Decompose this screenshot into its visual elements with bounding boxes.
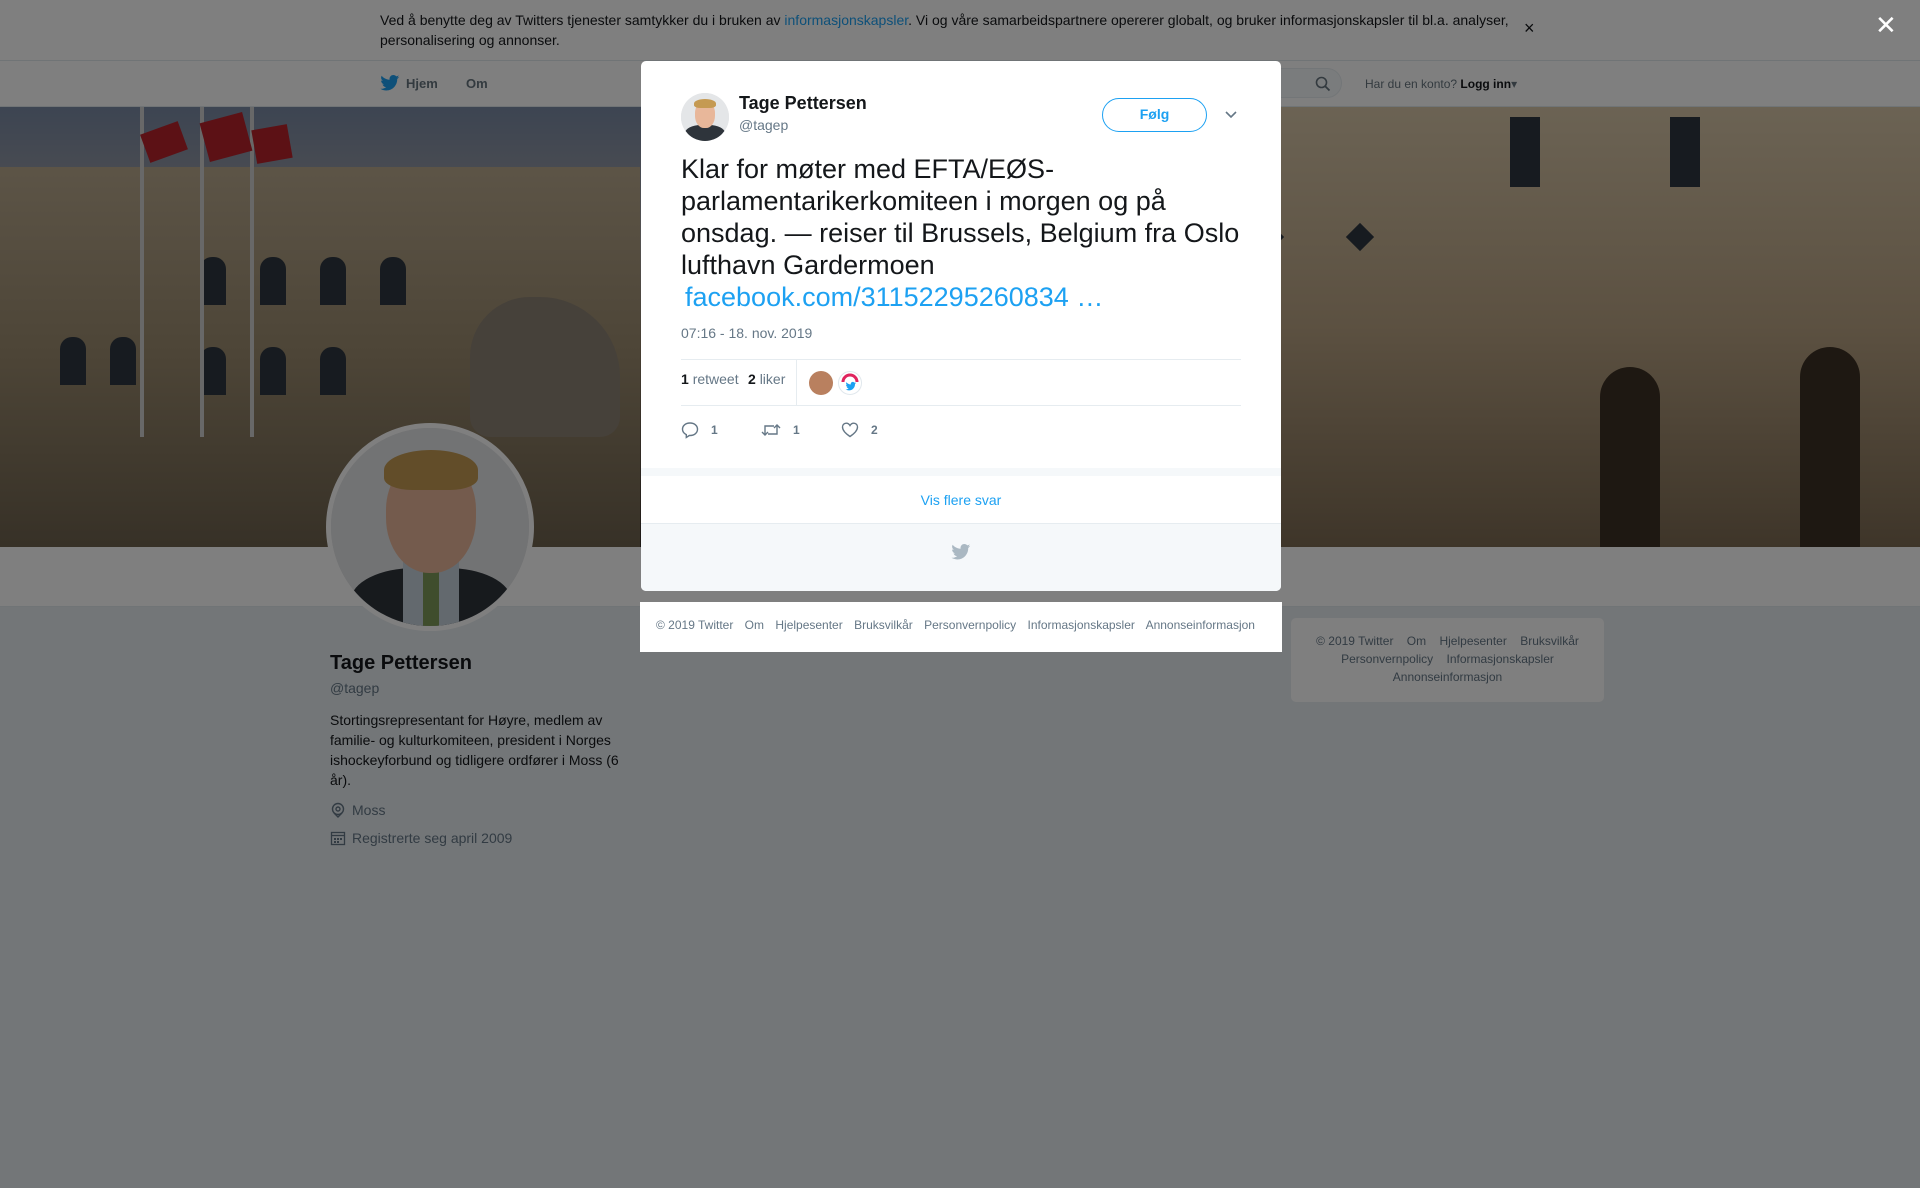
footer-link-about[interactable]: Om: [745, 618, 764, 632]
like-count-link[interactable]: 2 liker: [748, 371, 785, 387]
like-count: 2: [748, 371, 756, 387]
show-more-replies-button[interactable]: Vis flere svar: [641, 476, 1281, 524]
tweet-actions: 1 1 2: [681, 415, 1241, 445]
footer-link-cookies[interactable]: Informasjonskapsler: [1028, 618, 1135, 632]
tweet-modal: Tage Pettersen @tagep Følg Klar for møte…: [641, 61, 1281, 591]
like-button[interactable]: 2: [841, 421, 878, 439]
retweet-action-count: 1: [793, 423, 800, 437]
tweet-body: Klar for møter med EFTA/EØS-parlamentari…: [681, 154, 1240, 280]
like-count-label: liker: [759, 371, 786, 387]
modal-footer-links: © 2019 Twitter Om Hjelpesenter Bruksvilk…: [640, 602, 1282, 652]
replies-divider: [641, 468, 1281, 476]
reply-count: 1: [711, 423, 718, 437]
chevron-down-icon[interactable]: [1224, 107, 1238, 125]
heart-icon: [841, 422, 859, 438]
retweet-count: 1: [681, 371, 689, 387]
retweet-icon: [761, 424, 781, 436]
tweet-timestamp[interactable]: 07:16 - 18. nov. 2019: [681, 325, 812, 341]
tweet-author-handle[interactable]: @tagep: [739, 117, 788, 133]
twitter-bird-icon: [951, 544, 971, 560]
retweet-count-link[interactable]: 1 retweet: [681, 371, 739, 387]
close-icon[interactable]: ✕: [1875, 10, 1897, 40]
tweet-author-name[interactable]: Tage Pettersen: [739, 93, 867, 114]
footer-link-help[interactable]: Hjelpesenter: [775, 618, 842, 632]
retweet-button[interactable]: 1: [761, 421, 800, 439]
footer-link-privacy[interactable]: Personvernpolicy: [924, 618, 1016, 632]
tweet-stats: 1 retweet 2 liker: [681, 359, 1241, 406]
follow-button[interactable]: Følg: [1102, 98, 1207, 132]
footer-link-ads[interactable]: Annonseinformasjon: [1146, 618, 1255, 632]
reply-button[interactable]: 1: [681, 421, 718, 439]
retweet-count-label: retweet: [692, 371, 739, 387]
tweet: Tage Pettersen @tagep Følg Klar for møte…: [641, 61, 1281, 468]
like-action-count: 2: [871, 423, 878, 437]
reply-icon: [681, 422, 699, 439]
footer-link-terms[interactable]: Bruksvilkår: [854, 618, 913, 632]
footer-copyright: © 2019 Twitter: [656, 618, 734, 632]
tweet-author-avatar[interactable]: [681, 93, 729, 141]
tweet-link[interactable]: facebook.com/31152295260834 …: [681, 282, 1103, 312]
modal-overlay[interactable]: ✕ Tage Pettersen @tagep Følg Klar for mø…: [0, 0, 1920, 1188]
stats-divider: [796, 360, 797, 406]
tweet-text: Klar for møter med EFTA/EØS-parlamentari…: [681, 153, 1241, 313]
modal-footer: [641, 524, 1281, 591]
liker-avatar[interactable]: [838, 371, 862, 395]
liker-avatar[interactable]: [809, 371, 833, 395]
